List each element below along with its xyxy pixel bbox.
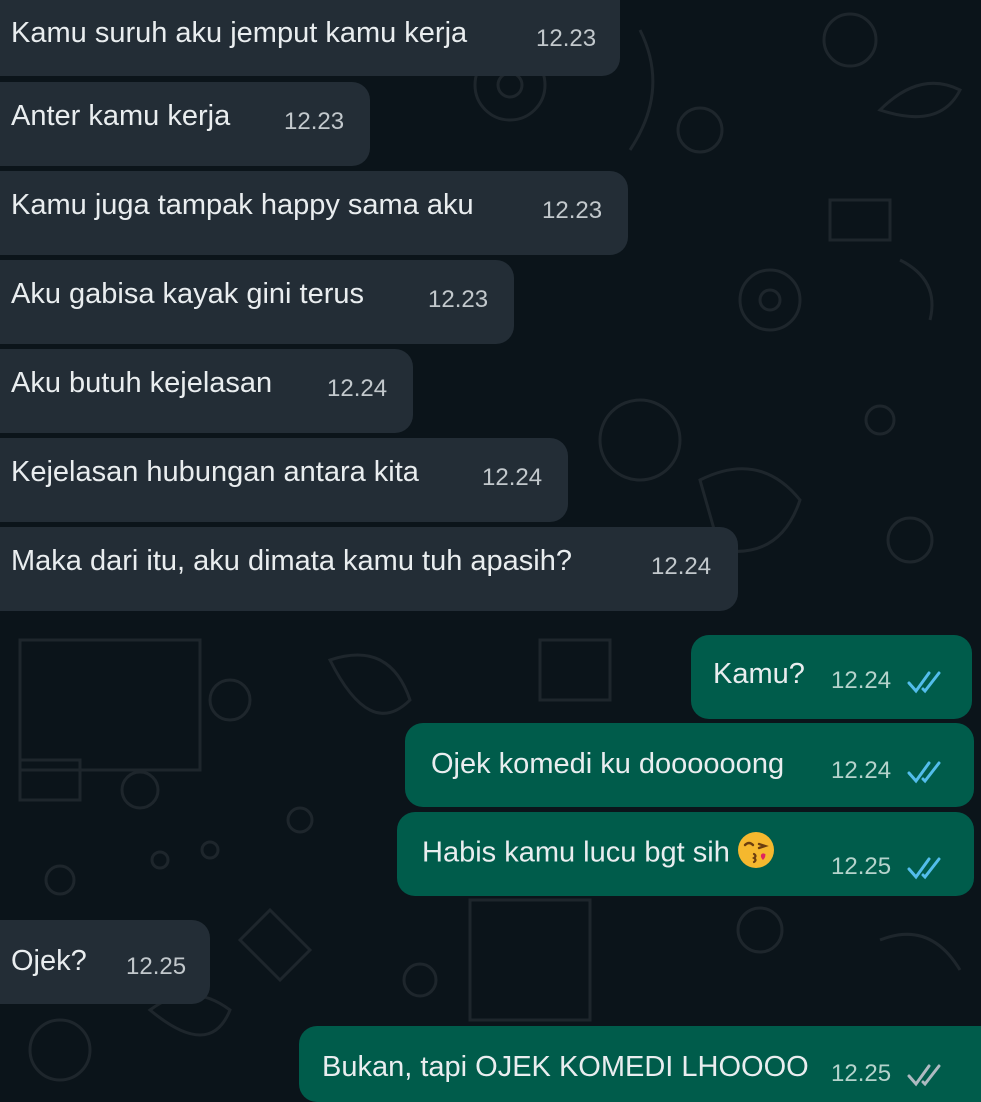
message-incoming[interactable]: Ojek? 12.25 (0, 920, 210, 1004)
message-text: Bukan, tapi OJEK KOMEDI LHOOOO (322, 1051, 809, 1083)
message-incoming[interactable]: Kamu suruh aku jemput kamu kerja 12.23 (0, 0, 620, 76)
message-time: 12.23 (542, 197, 603, 224)
double-check-read-icon (907, 857, 941, 880)
message-text-content: Habis kamu lucu bgt sih (422, 836, 730, 869)
face-blowing-kiss-icon (737, 832, 774, 868)
message-incoming[interactable]: Kamu juga tampak happy sama aku 12.23 (0, 171, 628, 255)
message-text: Kamu? (713, 658, 805, 690)
message-text: Kamu suruh aku jemput kamu kerja (11, 17, 468, 49)
message-incoming[interactable]: Aku butuh kejelasan 12.24 (0, 349, 413, 433)
message-text: Maka dari itu, aku dimata kamu tuh apasi… (11, 545, 572, 577)
message-text: Aku gabisa kayak gini terus (11, 278, 365, 310)
message-incoming[interactable]: Maka dari itu, aku dimata kamu tuh apasi… (0, 527, 738, 611)
double-check-read-icon (907, 761, 941, 784)
message-text: Ojek? (11, 945, 87, 977)
message-outgoing[interactable]: Bukan, tapi OJEK KOMEDI LHOOOO 12.25 (299, 1026, 981, 1102)
message-time: 12.23 (536, 25, 597, 52)
message-outgoing[interactable]: Kamu? 12.24 (691, 635, 972, 719)
message-time: 12.24 (651, 553, 712, 580)
message-time: 12.25 (126, 953, 187, 980)
double-check-read-icon (907, 671, 941, 694)
message-time: 12.24 (327, 375, 388, 402)
message-time: 12.24 (831, 757, 892, 784)
message-time: 12.23 (428, 286, 489, 313)
message-time: 12.25 (831, 853, 892, 880)
message-time: 12.25 (831, 1060, 892, 1087)
message-text: Aku butuh kejelasan (11, 367, 273, 399)
message-text: Anter kamu kerja (11, 100, 231, 132)
message-outgoing[interactable]: Ojek komedi ku doooooong 12.24 (405, 723, 974, 807)
message-outgoing[interactable]: Habis kamu lucu bgt sih 12.25 (397, 812, 974, 896)
message-incoming[interactable]: Anter kamu kerja 12.23 (0, 82, 370, 166)
message-incoming[interactable]: Kejelasan hubungan antara kita 12.24 (0, 438, 568, 522)
message-time: 12.23 (284, 108, 345, 135)
message-incoming[interactable]: Aku gabisa kayak gini terus 12.23 (0, 260, 514, 344)
message-time: 12.24 (831, 667, 892, 694)
message-text: Kejelasan hubungan antara kita (11, 456, 419, 488)
message-text: Ojek komedi ku doooooong (431, 748, 785, 780)
message-text: Habis kamu lucu bgt sih (422, 832, 776, 874)
double-check-delivered-icon (907, 1064, 941, 1087)
message-time: 12.24 (482, 464, 543, 491)
message-text: Kamu juga tampak happy sama aku (11, 189, 474, 221)
